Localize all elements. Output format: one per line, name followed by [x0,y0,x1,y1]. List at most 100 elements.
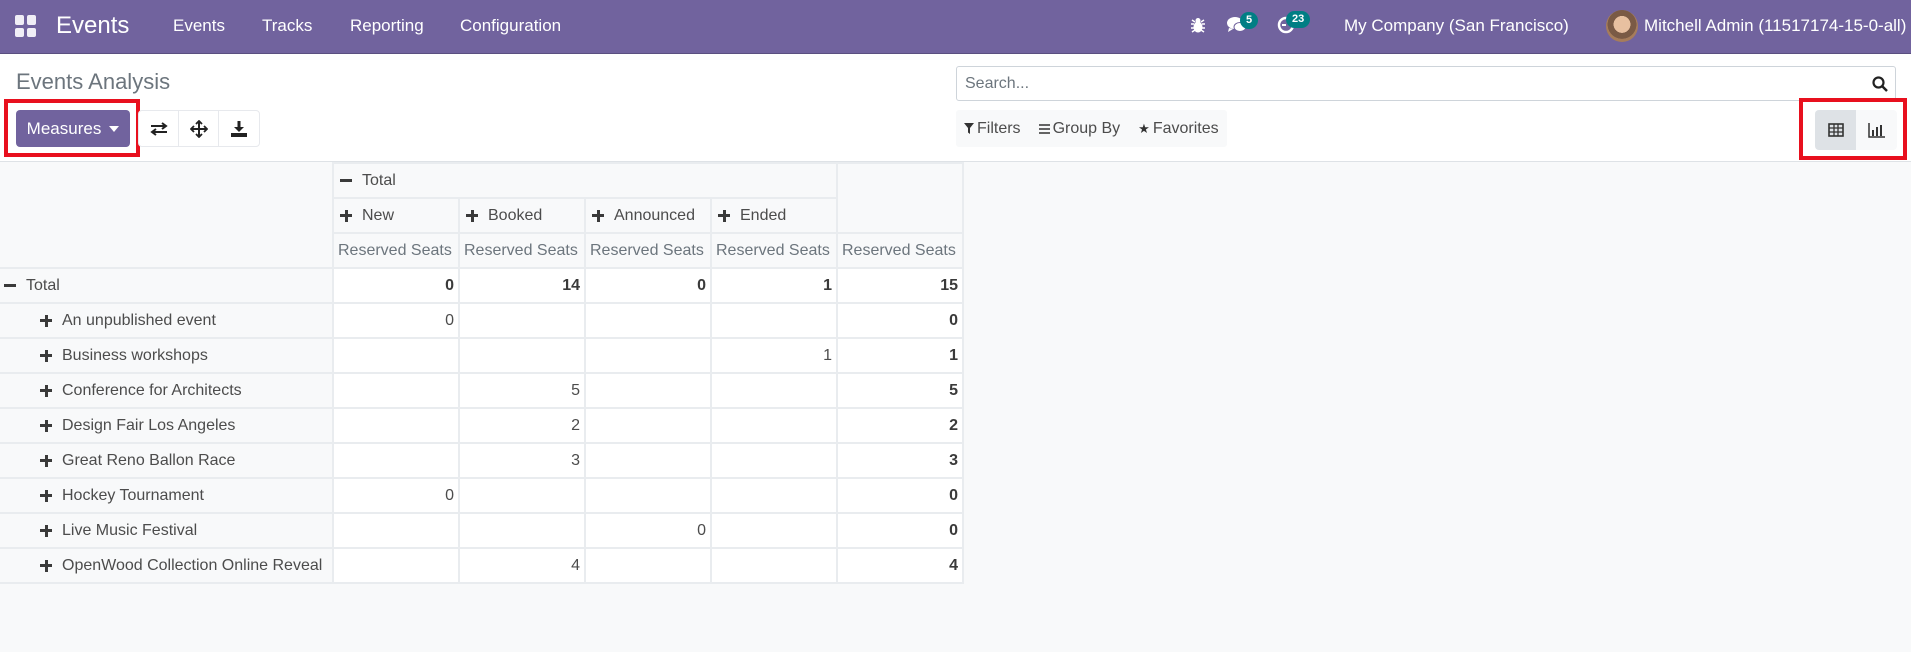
company-switcher[interactable]: My Company (San Francisco) [1344,16,1569,36]
search-icon[interactable] [1865,75,1895,92]
favorites-button[interactable]: ★ Favorites [1138,120,1218,138]
measure-header[interactable]: Reserved Seats [584,232,712,269]
cell-row-total[interactable]: 5 [836,372,964,409]
col-header-announced[interactable]: Announced [584,197,712,234]
cell[interactable] [584,547,712,584]
expand-icon [592,209,604,222]
row-header-total[interactable]: Total [0,267,334,304]
row-header[interactable]: OpenWood Collection Online Reveal [0,547,334,584]
measure-header[interactable]: Reserved Seats [332,232,460,269]
cell-total-booked[interactable]: 14 [458,267,586,304]
cell-row-total[interactable]: 0 [836,512,964,549]
cell[interactable] [710,302,838,339]
row-header[interactable]: Hockey Tournament [0,477,334,514]
row-header-label: Great Reno Ballon Race [62,451,236,469]
cell[interactable] [710,442,838,479]
expand-icon [40,349,52,362]
cell[interactable]: 1 [710,337,838,374]
filters-button[interactable]: Filters [964,120,1021,138]
apps-grid-icon[interactable] [15,15,37,37]
col-header-booked[interactable]: Booked [458,197,586,234]
cell[interactable]: 0 [332,302,460,339]
star-icon: ★ [1138,120,1150,136]
cell[interactable] [458,337,586,374]
menu-events[interactable]: Events [173,16,225,36]
cell[interactable] [332,372,460,409]
group-by-button[interactable]: Group By [1038,120,1120,138]
cell[interactable] [332,337,460,374]
menu-tracks[interactable]: Tracks [262,16,312,36]
cell-row-total[interactable]: 1 [836,337,964,374]
cell[interactable]: 4 [458,547,586,584]
cell[interactable] [332,407,460,444]
cell[interactable] [710,512,838,549]
avatar[interactable] [1606,10,1638,42]
cell-total-ended[interactable]: 1 [710,267,838,304]
col-header-ended[interactable]: Ended [710,197,838,234]
pivot-tools [138,110,260,147]
cell-row-total[interactable]: 0 [836,477,964,514]
table-icon [1827,123,1844,137]
row-header[interactable]: Design Fair Los Angeles [0,407,334,444]
table-row: Business workshops 1 1 [0,337,964,374]
app-brand[interactable]: Events [56,12,129,40]
cell[interactable] [332,547,460,584]
cell[interactable]: 3 [458,442,586,479]
col-header-new[interactable]: New [332,197,460,234]
col-header-label: Booked [488,206,543,224]
cell[interactable]: 5 [458,372,586,409]
menu-reporting[interactable]: Reporting [350,16,424,36]
user-menu[interactable]: Mitchell Admin (11517174-15-0-all) [1644,16,1906,36]
cell[interactable] [710,372,838,409]
cell[interactable] [332,442,460,479]
pivot-corner [0,162,334,269]
flip-axis-button[interactable] [139,111,179,146]
cell[interactable] [584,372,712,409]
download-button[interactable] [219,111,259,146]
cell[interactable] [584,477,712,514]
cell[interactable] [584,337,712,374]
cell-total-announced[interactable]: 0 [584,267,712,304]
cell[interactable] [710,407,838,444]
search-input[interactable] [957,74,1865,93]
expand-icon [40,314,52,327]
cell[interactable] [710,477,838,514]
cell-row-total[interactable]: 0 [836,302,964,339]
row-header[interactable]: Great Reno Ballon Race [0,442,334,479]
cell[interactable] [584,442,712,479]
measure-header[interactable]: Reserved Seats [710,232,838,269]
cell[interactable]: 2 [458,407,586,444]
bug-icon[interactable] [1190,16,1206,39]
measure-header[interactable]: Reserved Seats [836,232,964,269]
row-header[interactable]: Live Music Festival [0,512,334,549]
col-header-total-label: Total [362,171,396,189]
cell[interactable] [332,512,460,549]
row-header[interactable]: An unpublished event [0,302,334,339]
cell-row-total[interactable]: 4 [836,547,964,584]
measures-button[interactable]: Measures [16,110,130,147]
row-header-label: Live Music Festival [62,521,198,539]
expand-all-icon [189,119,208,138]
cell[interactable] [458,477,586,514]
cell[interactable] [584,302,712,339]
cell[interactable]: 0 [584,512,712,549]
cell-row-total[interactable]: 3 [836,442,964,479]
expand-icon [40,384,52,397]
pivot-view-button[interactable] [1815,110,1856,150]
row-header[interactable]: Conference for Architects [0,372,334,409]
cell[interactable] [458,512,586,549]
cell-total-new[interactable]: 0 [332,267,460,304]
cell[interactable] [584,407,712,444]
measures-label: Measures [26,118,102,138]
cell[interactable] [710,547,838,584]
cell-grand-total[interactable]: 15 [836,267,964,304]
expand-all-button[interactable] [179,111,219,146]
cell-row-total[interactable]: 2 [836,407,964,444]
col-header-total[interactable]: Total [332,162,838,199]
cell[interactable]: 0 [332,477,460,514]
menu-configuration[interactable]: Configuration [460,16,561,36]
row-header[interactable]: Business workshops [0,337,334,374]
graph-view-button[interactable] [1856,110,1897,150]
cell[interactable] [458,302,586,339]
measure-header[interactable]: Reserved Seats [458,232,586,269]
